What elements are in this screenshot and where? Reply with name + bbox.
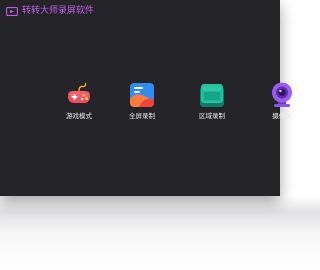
gamepad-icon bbox=[68, 82, 90, 103]
fullscreen-icon bbox=[130, 83, 154, 107]
fullscreen-record-button[interactable]: 全屏录制 bbox=[107, 80, 177, 130]
region-record-label: 区域录制 bbox=[199, 112, 225, 120]
fullscreen-record-label: 全屏录制 bbox=[129, 112, 155, 120]
app-window: 转转大师录屏软件 游戏模式 全屏录制 区域录制 摄像头 bbox=[0, 0, 292, 196]
camera-record-button[interactable]: 摄像头 bbox=[247, 80, 317, 130]
game-mode-button[interactable]: 游戏模式 bbox=[44, 80, 114, 130]
game-mode-label: 游戏模式 bbox=[66, 112, 92, 120]
region-record-button[interactable]: 区域录制 bbox=[177, 80, 247, 130]
app-title: 转转大师录屏软件 bbox=[22, 6, 95, 16]
camera-record-label: 摄像头 bbox=[272, 112, 292, 120]
camera-icon bbox=[272, 82, 292, 107]
region-icon bbox=[200, 84, 224, 107]
app-logo-icon bbox=[6, 7, 18, 16]
title-bar: 转转大师录屏软件 bbox=[0, 0, 280, 26]
